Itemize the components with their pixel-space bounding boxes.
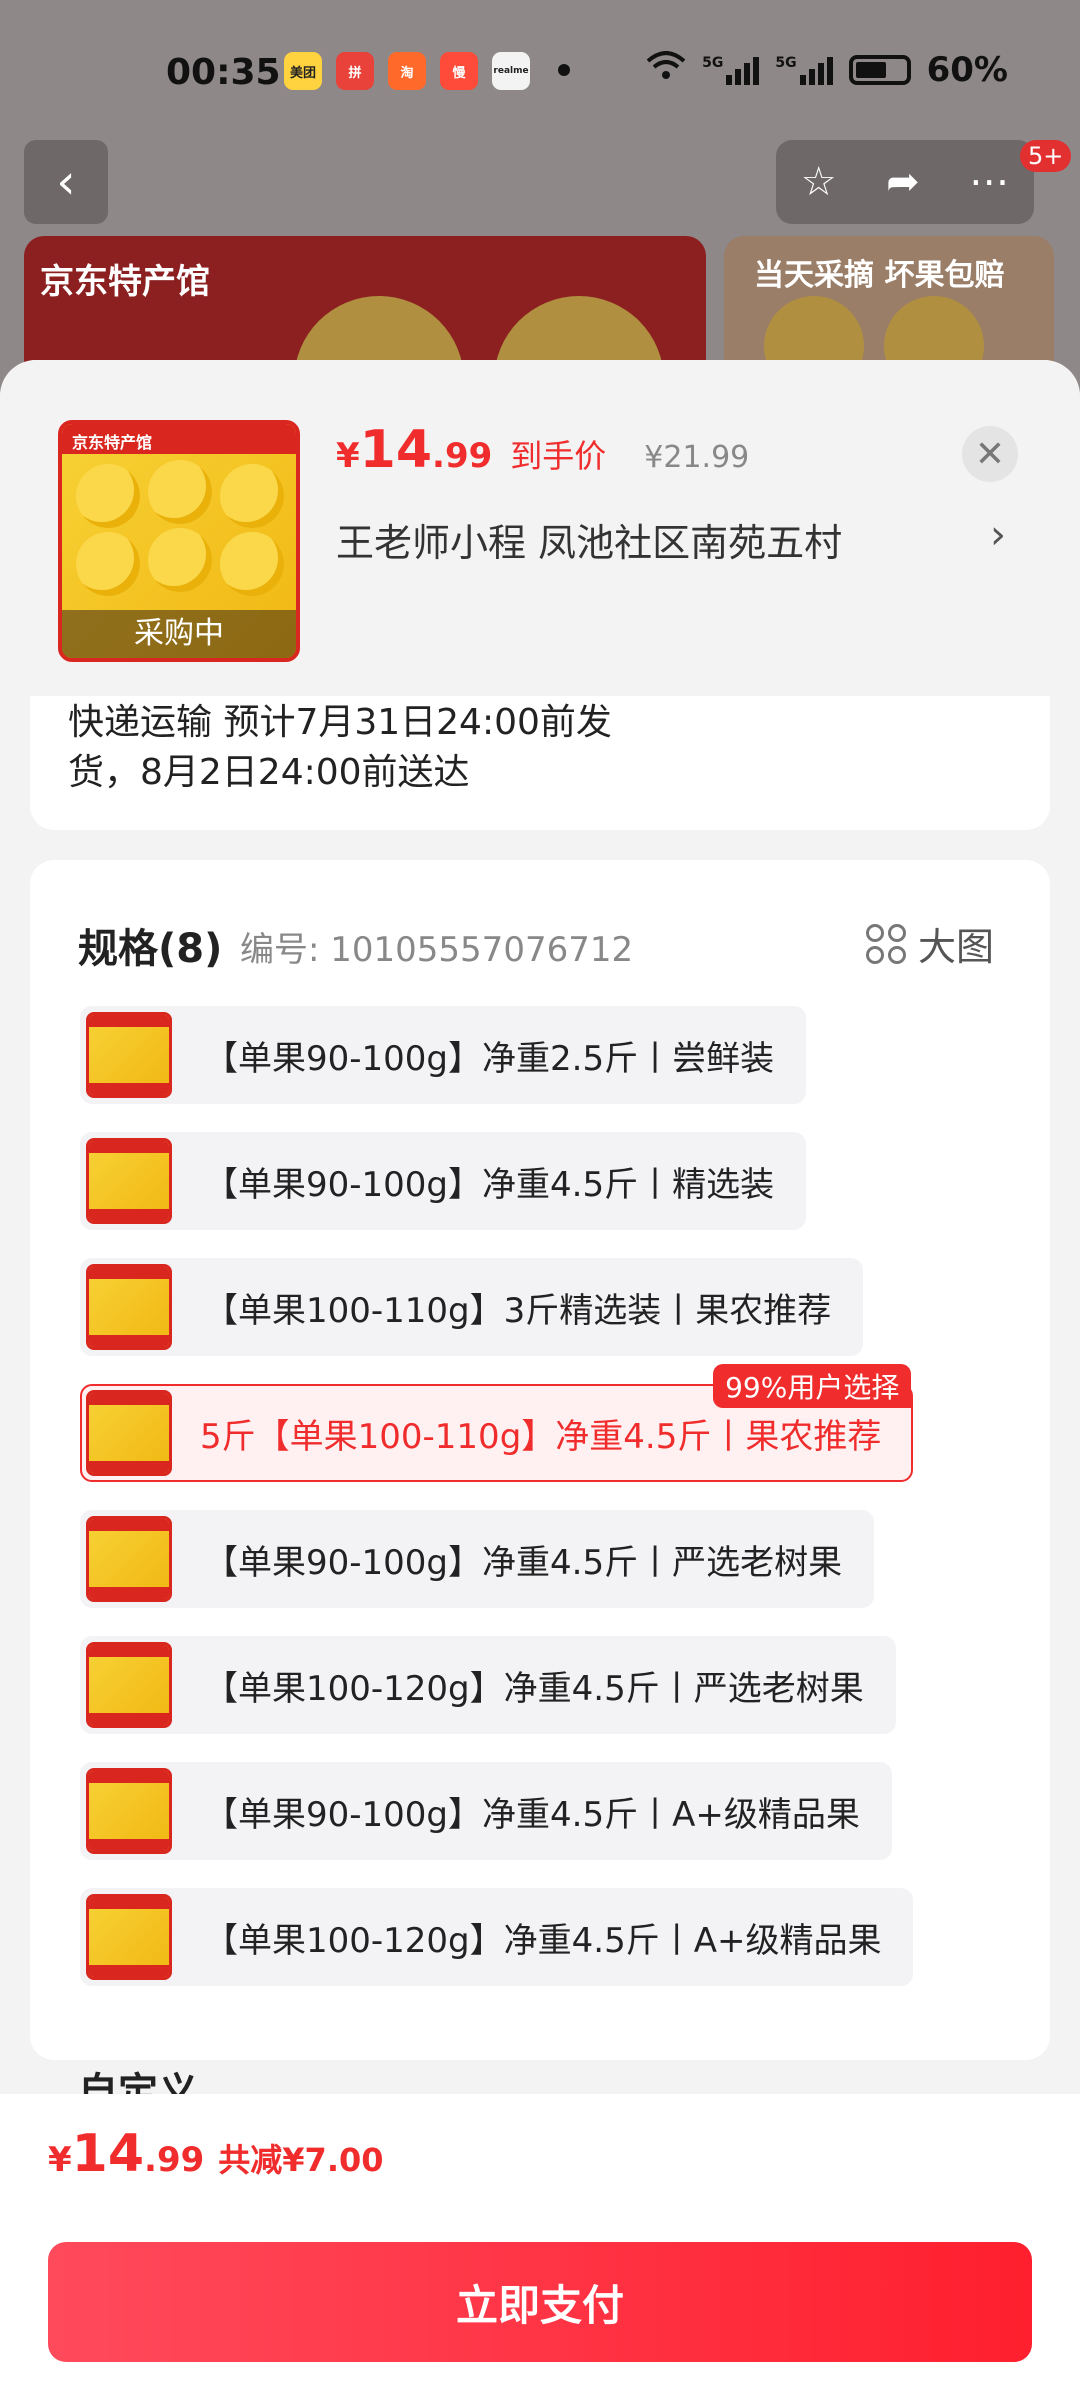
status-right: 5G 5G 60% xyxy=(646,50,1008,90)
spec-card: 规格(8) 编号: 10105557076712 大图 【单果90-100g】净… xyxy=(30,860,1050,2116)
footer-price-integer: 14 xyxy=(71,2124,145,2184)
option-label: 【单果100-110g】3斤精选装丨果农推荐 xyxy=(204,1290,832,1331)
option-thumbnail xyxy=(86,1012,172,1098)
option-label: 【单果90-100g】净重4.5斤丨精选装 xyxy=(204,1164,775,1205)
app-icon-realme: realme xyxy=(492,52,530,90)
signal-icon-2: 5G xyxy=(775,55,833,85)
price-row: ¥ 14 .99 到手价 ¥21.99 xyxy=(336,420,749,480)
price-currency: ¥ xyxy=(336,436,360,476)
top-actions: ☆ ➦ ⋯ xyxy=(776,140,1034,224)
sheet-header: 京东特产馆 采购中 ¥ 14 .99 到手价 ¥21.99 ✕ 王老师小程 凤池… xyxy=(0,360,1080,696)
option-thumbnail xyxy=(86,1642,172,1728)
footer-price: ¥ 14 .99 共减¥7.00 xyxy=(48,2124,384,2184)
more-icon[interactable]: ⋯ xyxy=(969,159,1009,205)
price-integer: 14 xyxy=(359,420,433,480)
option-thumbnail xyxy=(86,1264,172,1350)
back-arrow-icon: ‹ xyxy=(56,154,76,210)
banner-logo: 京东特产馆 xyxy=(40,262,210,302)
spec-option[interactable]: 【单果100-120g】净重4.5斤丨A+级精品果 xyxy=(80,1888,914,1986)
spec-option[interactable]: 【单果100-120g】净重4.5斤丨严选老树果 xyxy=(80,1636,896,1734)
big-image-label: 大图 xyxy=(918,925,995,969)
delivery-address[interactable]: 王老师小程 凤池社区南苑五村 xyxy=(336,512,842,567)
thumbnail-status: 采购中 xyxy=(62,610,296,658)
option-label: 【单果100-120g】净重4.5斤丨严选老树果 xyxy=(204,1668,864,1709)
product-thumbnail[interactable]: 京东特产馆 采购中 xyxy=(58,420,300,662)
spec-option-selected[interactable]: 5斤【单果100-110g】净重4.5斤丨果农推荐 99%用户选择 xyxy=(80,1364,914,1482)
original-price: ¥21.99 xyxy=(644,440,750,475)
app-icon-tao: 淘 xyxy=(388,52,426,90)
option-label: 【单果100-120g】净重4.5斤丨A+级精品果 xyxy=(204,1920,882,1961)
close-button[interactable]: ✕ xyxy=(962,426,1018,482)
status-time: 00:35 xyxy=(166,52,281,93)
option-label: 【单果90-100g】净重4.5斤丨A+级精品果 xyxy=(204,1794,860,1835)
status-bar: 00:35 美团 拼 淘 慢 realme 5G 5G 60% xyxy=(0,0,1080,140)
app-icon-meituan: 美团 xyxy=(284,52,322,90)
status-app-icons: 美团 拼 淘 慢 realme xyxy=(284,52,530,90)
price-label: 到手价 xyxy=(510,437,607,475)
option-thumbnail xyxy=(86,1768,172,1854)
option-thumbnail xyxy=(86,1516,172,1602)
signal-icon-1: 5G xyxy=(702,55,760,85)
close-icon: ✕ xyxy=(974,433,1006,475)
app-icon-man: 慢 xyxy=(440,52,478,90)
footer-currency: ¥ xyxy=(48,2140,72,2180)
spec-option[interactable]: 【单果100-110g】3斤精选装丨果农推荐 xyxy=(80,1258,864,1356)
notification-badge: 5+ xyxy=(1020,140,1072,172)
share-icon[interactable]: ➦ xyxy=(886,159,920,205)
battery-percent: 60% xyxy=(926,50,1008,90)
popular-badge: 99%用户选择 xyxy=(713,1364,912,1408)
big-image-button[interactable]: 大图 xyxy=(866,916,994,971)
option-thumbnail xyxy=(86,1138,172,1224)
back-button[interactable]: ‹ xyxy=(24,140,108,224)
option-label: 5斤【单果100-110g】净重4.5斤丨果农推荐 xyxy=(200,1416,882,1457)
status-dot-icon xyxy=(558,64,570,76)
option-thumbnail xyxy=(86,1894,172,1980)
spec-option[interactable]: 【单果90-100g】净重4.5斤丨A+级精品果 xyxy=(80,1762,892,1860)
chevron-right-icon[interactable]: › xyxy=(990,512,1006,558)
battery-icon xyxy=(848,55,911,85)
option-thumbnail xyxy=(86,1390,172,1476)
star-icon[interactable]: ☆ xyxy=(801,159,837,205)
spec-option[interactable]: 【单果90-100g】净重4.5斤丨精选装 xyxy=(80,1132,807,1230)
wifi-icon xyxy=(646,50,686,90)
grid-icon xyxy=(866,923,906,964)
thumbnail-logo: 京东特产馆 xyxy=(62,424,296,454)
purchase-sheet: 京东特产馆 采购中 ¥ 14 .99 到手价 ¥21.99 ✕ 王老师小程 凤池… xyxy=(0,360,1080,2400)
footer-price-decimal: .99 xyxy=(144,2140,205,2180)
delivery-info: 快递运输 预计7月31日24:00前发货，8月2日24:00前送达 xyxy=(68,702,612,793)
app-icon-pin: 拼 xyxy=(336,52,374,90)
checkout-footer: ¥ 14 .99 共减¥7.00 立即支付 xyxy=(0,2094,1080,2400)
pay-now-button[interactable]: 立即支付 xyxy=(48,2242,1032,2362)
footer-savings: 共减¥7.00 xyxy=(218,2141,384,2179)
banner-right-text: 当天采摘 坏果包赔 xyxy=(754,258,1005,293)
spec-option[interactable]: 【单果90-100g】净重2.5斤丨尝鲜装 xyxy=(80,1006,807,1104)
spec-option[interactable]: 【单果90-100g】净重4.5斤丨严选老树果 xyxy=(80,1510,875,1608)
spec-code: 编号: 10105557076712 xyxy=(240,930,634,970)
option-label: 【单果90-100g】净重2.5斤丨尝鲜装 xyxy=(204,1038,775,1079)
price-decimal: .99 xyxy=(432,436,493,476)
option-label: 【单果90-100g】净重4.5斤丨严选老树果 xyxy=(204,1542,843,1583)
background-page: 00:35 美团 拼 淘 慢 realme 5G 5G 60% ‹ ☆ ➦ ⋯ … xyxy=(0,0,1080,420)
spec-title: 规格(8) xyxy=(78,926,223,972)
